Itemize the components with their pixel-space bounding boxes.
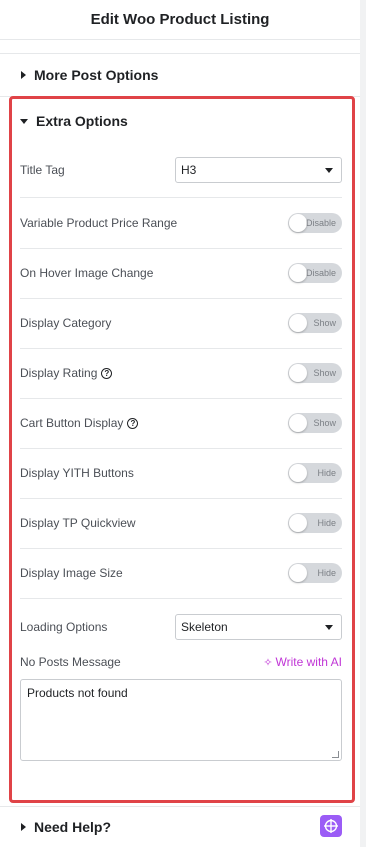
caret-right-icon: [21, 71, 26, 79]
section-title: Need Help?: [34, 819, 112, 835]
section-title: More Post Options: [34, 67, 159, 83]
sparkle-icon: ✧: [263, 656, 273, 669]
caret-down-icon: [20, 118, 28, 124]
field-label: Display TP Quickview: [20, 516, 136, 530]
field-label-wrap: Cart Button Display ?: [20, 416, 139, 430]
field-label: Variable Product Price Range: [20, 216, 178, 230]
field-label: Display Rating: [20, 366, 98, 380]
panel-title: Edit Woo Product Listing: [90, 11, 270, 28]
title-tag-select[interactable]: H3: [175, 157, 342, 183]
toggle-state: Disable: [305, 268, 336, 278]
field-display-yith-buttons: Display YITH Buttons Hide: [20, 462, 342, 484]
field-label: Cart Button Display: [20, 416, 124, 430]
divider: [20, 348, 342, 349]
toggle-state: Show: [313, 368, 336, 378]
section-title: Extra Options: [36, 113, 128, 129]
toggle-knob: [289, 314, 307, 332]
field-label: On Hover Image Change: [20, 266, 154, 280]
field-display-tp-quickview: Display TP Quickview Hide: [20, 512, 342, 534]
divider: [20, 498, 342, 499]
toggle-state: Show: [313, 318, 336, 328]
section-more-post-options[interactable]: More Post Options: [0, 50, 360, 100]
chevron-down-icon: [325, 167, 333, 173]
plus-cross-icon[interactable]: [320, 815, 342, 837]
toggle-knob: [289, 264, 307, 282]
field-label: Display Image Size: [20, 566, 123, 580]
display-category-toggle[interactable]: Show: [288, 313, 342, 333]
hover-image-change-toggle[interactable]: Disable: [288, 263, 342, 283]
resize-handle-icon[interactable]: [332, 751, 339, 758]
field-display-rating: Display Rating ? Show: [20, 362, 342, 384]
no-posts-message-textarea[interactable]: Products not found: [20, 679, 342, 761]
toggle-knob: [289, 364, 307, 382]
divider: [20, 248, 342, 249]
cart-button-display-toggle[interactable]: Show: [288, 413, 342, 433]
panel-header: Edit Woo Product Listing: [0, 0, 360, 40]
toggle-knob: [289, 464, 307, 482]
field-no-posts-message: No Posts Message ✧ Write with AI: [20, 653, 342, 671]
toggle-state: Show: [313, 418, 336, 428]
variable-price-range-toggle[interactable]: Disable: [288, 213, 342, 233]
field-display-category: Display Category Show: [20, 312, 342, 334]
select-value: H3: [181, 163, 197, 177]
field-variable-price-range: Variable Product Price Range Disable: [20, 212, 342, 234]
question-circle-icon[interactable]: ?: [127, 417, 139, 429]
divider: [20, 298, 342, 299]
field-loading-options: Loading Options Skeleton: [20, 613, 342, 641]
select-value: Skeleton: [181, 620, 228, 634]
divider: [20, 398, 342, 399]
field-label-wrap: Display Rating ?: [20, 366, 113, 380]
divider: [20, 197, 342, 198]
caret-right-icon: [21, 823, 26, 831]
toggle-knob: [289, 414, 307, 432]
divider: [20, 548, 342, 549]
ai-link-label: Write with AI: [275, 655, 342, 669]
toggle-knob: [289, 214, 307, 232]
toggle-state: Hide: [317, 568, 336, 578]
toggle-state: Hide: [317, 518, 336, 528]
question-circle-icon[interactable]: ?: [101, 367, 113, 379]
section-extra-options[interactable]: Extra Options: [20, 113, 128, 129]
display-tp-quickview-toggle[interactable]: Hide: [288, 513, 342, 533]
write-with-ai-link[interactable]: ✧ Write with AI: [263, 655, 342, 669]
toggle-knob: [289, 564, 307, 582]
field-hover-image-change: On Hover Image Change Disable: [20, 262, 342, 284]
display-yith-buttons-toggle[interactable]: Hide: [288, 463, 342, 483]
field-display-image-size: Display Image Size Hide: [20, 562, 342, 584]
display-image-size-toggle[interactable]: Hide: [288, 563, 342, 583]
section-need-help[interactable]: Need Help?: [0, 802, 360, 847]
divider: [20, 448, 342, 449]
toggle-knob: [289, 514, 307, 532]
field-label: Loading Options: [20, 620, 108, 634]
chevron-down-icon: [325, 624, 333, 630]
field-label: Title Tag: [20, 163, 65, 177]
toggle-state: Disable: [305, 218, 336, 228]
toggle-state: Hide: [317, 468, 336, 478]
loading-options-select[interactable]: Skeleton: [175, 614, 342, 640]
field-title-tag: Title Tag H3: [20, 156, 342, 184]
scrollbar[interactable]: [360, 0, 366, 847]
field-label: Display YITH Buttons: [20, 466, 134, 480]
divider: [20, 598, 342, 599]
field-label: Display Category: [20, 316, 112, 330]
field-label: No Posts Message: [20, 655, 121, 669]
textarea-value: Products not found: [27, 686, 128, 700]
display-rating-toggle[interactable]: Show: [288, 363, 342, 383]
field-cart-button-display: Cart Button Display ? Show: [20, 412, 342, 434]
